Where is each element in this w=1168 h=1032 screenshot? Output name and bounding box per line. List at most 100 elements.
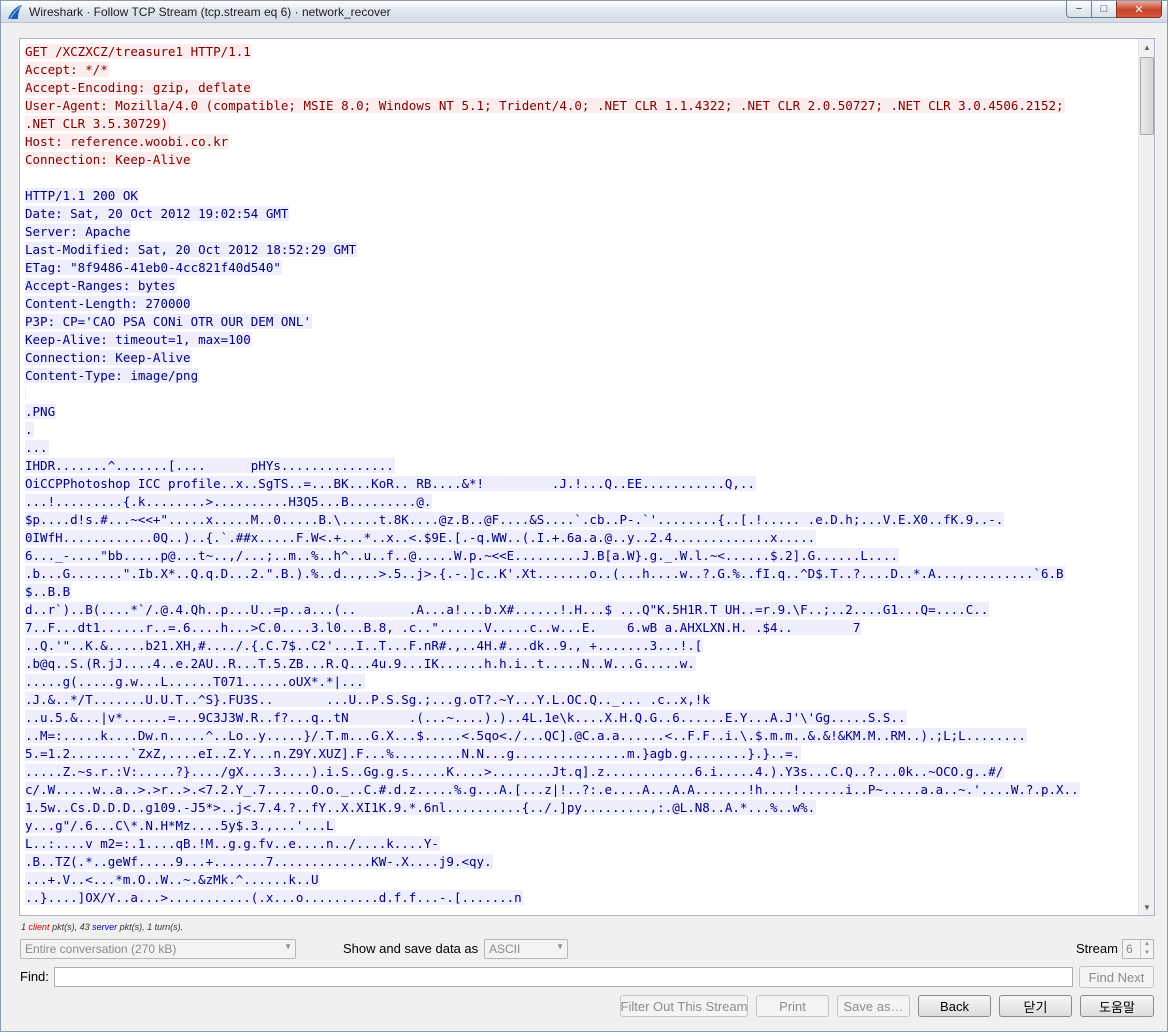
stream-line-text: y...g"/.6...C\*.N.H*Mz....5y$.3.,...'...… (25, 818, 335, 833)
spin-up-icon[interactable]: ▲ (1141, 940, 1153, 949)
server-stream-line: .....g(.....g.w...L......T071......oUX*.… (25, 673, 1138, 691)
server-stream-line: P3P: CP='CAO PSA CONi OTR OUR DEM ONL' (25, 313, 1138, 331)
help-button[interactable]: 도움말 (1080, 995, 1154, 1017)
stream-line-text: . (25, 422, 34, 437)
server-stream-line: ..Q.'"..K.&.....b21.XH,#..../.{.C.7$..C2… (25, 637, 1138, 655)
stream-line-text: 7..F...dt1......r..=.6....h...>C.0....3.… (25, 620, 862, 635)
stream-line-text: Last-Modified: Sat, 20 Oct 2012 18:52:29… (25, 242, 358, 257)
stream-line-text: .....g(.....g.w...L......T071......oUX*.… (25, 674, 365, 689)
spin-down-icon[interactable]: ▼ (1141, 949, 1153, 958)
server-stream-line (25, 385, 1138, 403)
stream-line-text: OiCCPPhotoshop ICC profile..x..SgTS..=..… (25, 476, 756, 491)
server-stream-line: ...+.V..<...*m.O..W..~.&zMk.^......k..U (25, 871, 1138, 889)
server-stream-line: ..}....]OX/Y..a...>...........(.x...o...… (25, 889, 1138, 907)
stream-line-text: ..M=:.....k....Dw.n.....^..Lo..y.....}/.… (25, 728, 1027, 743)
conversation-select-value: Entire conversation (270 kB) (25, 942, 177, 956)
client-label: client (28, 922, 50, 932)
stream-line-text: Accept: */* (25, 62, 109, 77)
server-stream-line: ...!.........{.k........>..........H3Q5.… (25, 493, 1138, 511)
server-stream-line: c/.W.....w..a..>.>r..>.<7.2.Y_.7......O.… (25, 781, 1138, 799)
stream-line-text: Connection: Keep-Alive (25, 350, 192, 365)
stream-line-text: ...+.V..<...*m.O..W..~.&zMk.^......k..U (25, 872, 320, 887)
server-pkt-count: 43 (79, 922, 90, 932)
vertical-scrollbar[interactable]: ▲ ▼ (1138, 39, 1154, 915)
server-stream-line: Accept-Ranges: bytes (25, 277, 1138, 295)
title-bar[interactable]: Wireshark · Follow TCP Stream (tcp.strea… (1, 1, 1167, 23)
close-button[interactable]: 닫기 (999, 995, 1072, 1017)
client-stream-line: GET /XCZXCZ/treasure1 HTTP/1.1 (25, 43, 1138, 61)
stream-text-pane[interactable]: GET /XCZXCZ/treasure1 HTTP/1.1 Accept: */… (19, 38, 1155, 916)
minimize-button[interactable]: − (1066, 1, 1092, 18)
server-stream-line: .J.&..*/T.......U.U.T..^S}.FU3S.. ...U..… (25, 691, 1138, 709)
back-button[interactable]: Back (918, 995, 991, 1017)
arrow-up-icon[interactable]: ▲ (1139, 39, 1154, 55)
find-next-button[interactable]: Find Next (1079, 966, 1154, 988)
server-stream-line: 7..F...dt1......r..=.6....h...>C.0....3.… (25, 619, 1138, 637)
stream-content[interactable]: GET /XCZXCZ/treasure1 HTTP/1.1 Accept: */… (20, 43, 1138, 913)
stream-line-text: 0IWfH............0Q..)..{.`.##x.....F.W<… (25, 530, 817, 545)
server-stream-line: 6..._-...."bb.....p@...t~..,/...;..m..%.… (25, 547, 1138, 565)
maximize-icon: □ (1100, 3, 1108, 15)
stream-line-text: .b...G.......".Ib.X*..Q.q.D...2.".B.).%.… (25, 566, 1065, 581)
stream-line-text: Content-Type: image/png (25, 368, 200, 383)
conversation-select[interactable]: Entire conversation (270 kB) ▼ (20, 939, 296, 959)
server-stream-line: .PNG (25, 403, 1138, 421)
save-as-button[interactable]: Save as… (837, 995, 910, 1017)
stream-line-text: Date: Sat, 20 Oct 2012 19:02:54 GMT (25, 206, 290, 221)
stream-line-text: Accept-Ranges: bytes (25, 278, 177, 293)
stream-line-text: ... (25, 440, 49, 455)
stream-line-text: Accept-Encoding: gzip, deflate (25, 80, 252, 95)
server-stream-line: OiCCPPhotoshop ICC profile..x..SgTS..=..… (25, 475, 1138, 493)
find-input[interactable] (54, 967, 1073, 987)
server-stream-line: . (25, 421, 1138, 439)
server-stream-line: 1.5w..Cs.D.D.D..g109.-J5*>..j<.7.4.?..fY… (25, 799, 1138, 817)
minimize-icon: − (1075, 3, 1083, 15)
server-stream-line: Date: Sat, 20 Oct 2012 19:02:54 GMT (25, 205, 1138, 223)
blank-line (25, 169, 1138, 187)
stream-line-text: Server: Apache (25, 224, 132, 239)
stream-number-spinbox[interactable]: 6 ▲ ▼ (1122, 939, 1154, 959)
server-stream-line: Content-Type: image/png (25, 367, 1138, 385)
stream-line-text: $p....d!s.#...~<<+".....x.....M..0.....B… (25, 512, 1005, 527)
print-button[interactable]: Print (756, 995, 829, 1017)
stream-line-text: Connection: Keep-Alive (25, 152, 192, 167)
stream-line-text: 5.=1.2........`ZxZ,....eI..Z.Y...n.Z9Y.X… (25, 746, 802, 761)
stream-line-text: ..}....]OX/Y..a...>...........(.x...o...… (25, 890, 523, 905)
client-stream-line: Accept: */* (25, 61, 1138, 79)
arrow-down-icon[interactable]: ▼ (1139, 899, 1154, 915)
client-stream-line: Accept-Encoding: gzip, deflate (25, 79, 1138, 97)
spin-buttons[interactable]: ▲ ▼ (1140, 940, 1153, 958)
maximize-button[interactable]: □ (1091, 1, 1117, 18)
scrollbar-thumb[interactable] (1140, 57, 1154, 135)
stream-line-text (25, 386, 26, 401)
stream-line-text: ETag: "8f9486-41eb0-4cc821f40d540" (25, 260, 282, 275)
follow-tcp-stream-window: Wireshark · Follow TCP Stream (tcp.strea… (0, 0, 1168, 1032)
stream-line-text: HTTP/1.1 200 OK (25, 188, 139, 203)
client-pkt-count: 1 (21, 922, 27, 932)
stream-number-value: 6 (1126, 942, 1133, 956)
client-stream-line: User-Agent: Mozilla/4.0 (compatible; MSI… (25, 97, 1138, 115)
stream-line-text: P3P: CP='CAO PSA CONi OTR OUR DEM ONL' (25, 314, 312, 329)
server-stream-line: Connection: Keep-Alive (25, 349, 1138, 367)
client-stream-line: Connection: Keep-Alive (25, 151, 1138, 169)
close-window-button[interactable]: ✕ (1116, 1, 1162, 18)
show-save-label: Show and save data as (343, 941, 479, 956)
server-stream-line: HTTP/1.1 200 OK (25, 187, 1138, 205)
server-stream-line: L..:....v m2=:.1....qB.!M..g.g.fv..e....… (25, 835, 1138, 853)
server-stream-line: .....Z.~s.r.:V:.....?}..../gX....3....).… (25, 763, 1138, 781)
format-select-value: ASCII (489, 942, 521, 956)
server-stream-line: ..u.5.&...|v*......=...9C3J3W.R..f?...q.… (25, 709, 1138, 727)
server-stream-line: .B..TZ(.*..geWf.....9...+.......7.......… (25, 853, 1138, 871)
server-stream-line: Server: Apache (25, 223, 1138, 241)
format-select[interactable]: ASCII ▼ (484, 939, 568, 959)
filter-out-stream-button[interactable]: Filter Out This Stream (620, 995, 748, 1017)
stream-line-text: ..Q.'"..K.&.....b21.XH,#..../.{.C.7$..C2… (25, 638, 704, 653)
client-stream-line: .NET CLR 3.5.30729) (25, 115, 1138, 133)
stream-line-text: Host: reference.woobi.co.kr (25, 134, 230, 149)
stream-line-text: IHDR.......^.......[.... pHYs...........… (25, 458, 395, 473)
wireshark-fin-icon (8, 5, 22, 20)
stream-line-text: Keep-Alive: timeout=1, max=100 (25, 332, 252, 347)
server-label: server (92, 922, 118, 932)
stream-line-text: ...!.........{.k........>..........H3Q5.… (25, 494, 433, 509)
stream-line-text: ..u.5.&...|v*......=...9C3J3W.R..f?...q.… (25, 710, 907, 725)
